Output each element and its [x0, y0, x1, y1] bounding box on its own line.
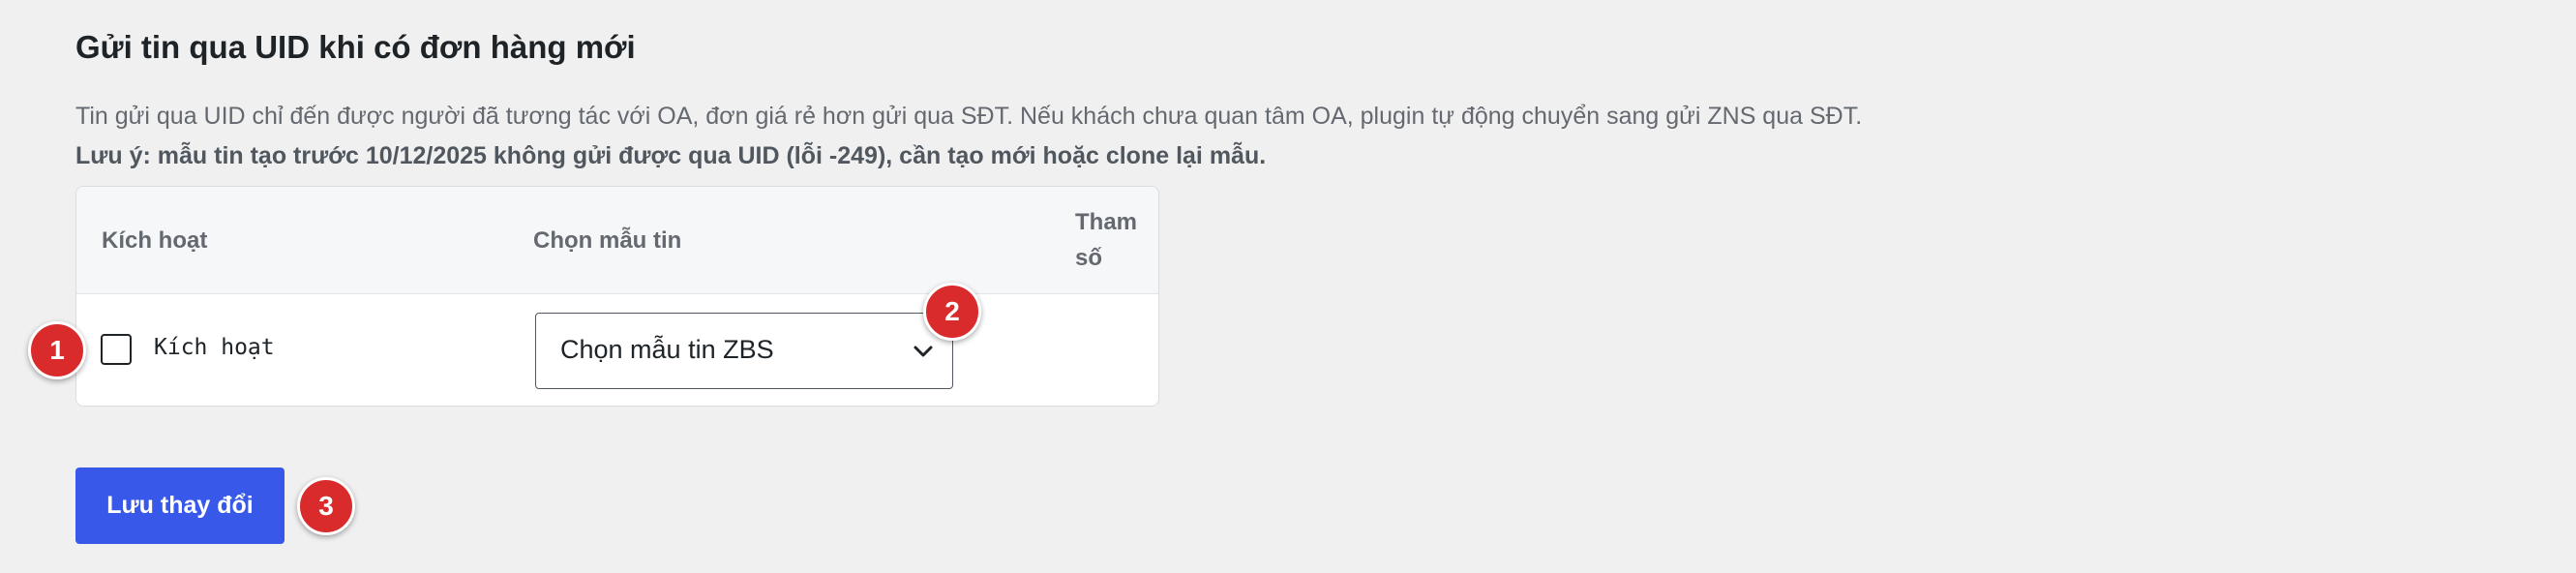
template-table: Kích hoạt Chọn mẫu tin Tham số Kích hoạt…: [75, 186, 1159, 407]
template-select-value: Chọn mẫu tin ZBS: [560, 335, 774, 364]
section-description: Tin gửi qua UID chỉ đến được người đã tư…: [75, 103, 1863, 130]
step-marker-1: 1: [28, 321, 86, 379]
header-activate: Kích hoạt: [102, 227, 208, 254]
chevron-down-icon: [914, 346, 933, 357]
header-template: Chọn mẫu tin: [533, 227, 682, 254]
table-header: Kích hoạt Chọn mẫu tin Tham số: [76, 187, 1158, 294]
activate-checkbox[interactable]: [101, 334, 132, 365]
section-title: Gửi tin qua UID khi có đơn hàng mới: [75, 29, 636, 65]
save-changes-button[interactable]: Lưu thay đổi: [75, 467, 285, 544]
settings-page: Gửi tin qua UID khi có đơn hàng mới Tin …: [0, 0, 2576, 573]
section-note: Lưu ý: mẫu tin tạo trước 10/12/2025 khôn…: [75, 142, 1267, 169]
step-marker-3: 3: [297, 477, 355, 535]
header-params: Tham số: [1075, 209, 1138, 271]
step-marker-2: 2: [923, 283, 981, 341]
activate-checkbox-label[interactable]: Kích hoạt: [154, 335, 275, 360]
template-select[interactable]: Chọn mẫu tin ZBS: [535, 313, 953, 389]
